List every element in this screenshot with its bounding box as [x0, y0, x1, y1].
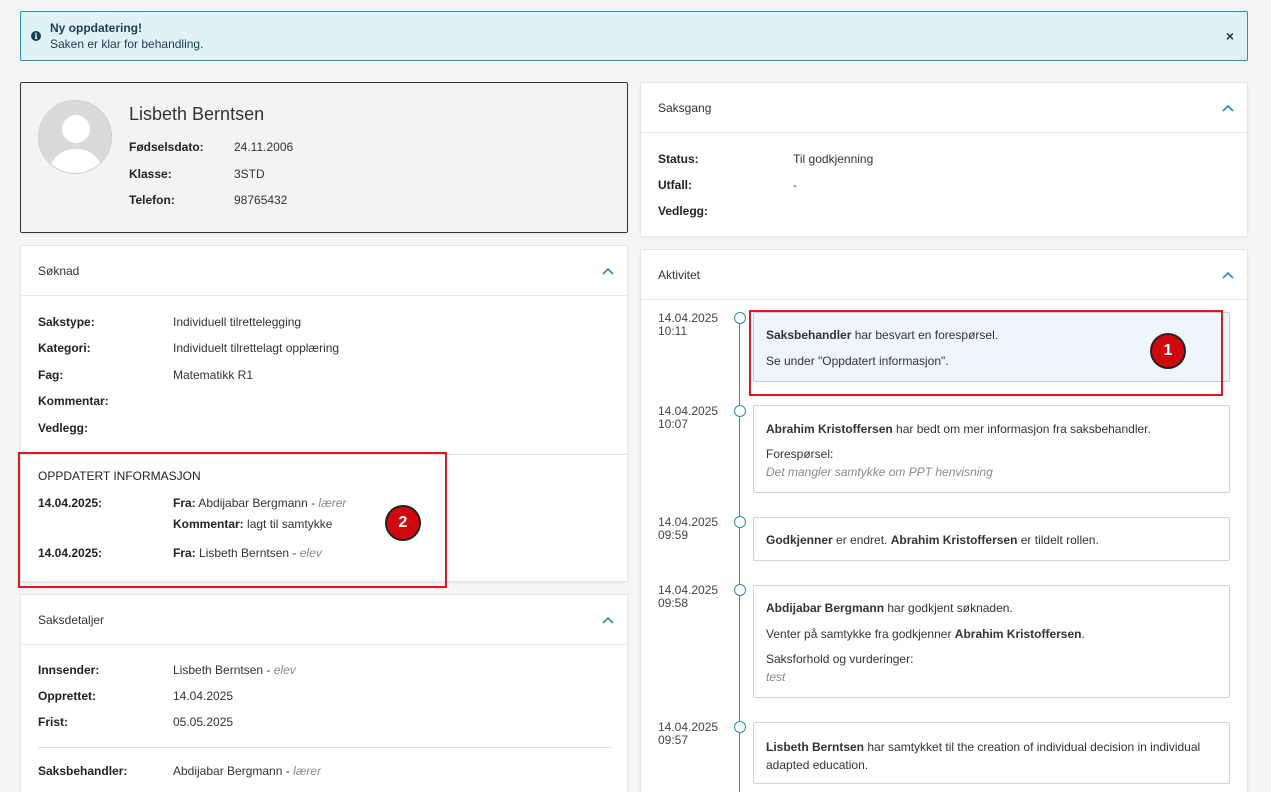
saksgang-header[interactable]: Saksgang	[641, 83, 1247, 133]
timeline-dot	[734, 312, 746, 324]
chevron-up-icon[interactable]	[1221, 101, 1235, 115]
phone-value: 98765432	[234, 193, 288, 207]
timeline-dot	[734, 516, 746, 528]
field-label: Kategori:	[38, 341, 91, 355]
saksgang-title: Saksgang	[658, 101, 712, 115]
annotation-badge-1: 1	[1150, 333, 1186, 369]
saksdetaljer-title: Saksdetaljer	[38, 613, 105, 627]
profile-field: Telefon:	[129, 193, 175, 207]
saksbehandler-value: Abdijabar Bergmann - lærer	[173, 764, 322, 778]
alert-title: Ny oppdatering!	[50, 21, 142, 35]
activity-timestamp: 14.04.2025 09:59	[658, 515, 719, 542]
activity-item: Godkjenner er endret. Abrahim Kristoffer…	[753, 517, 1230, 561]
profile-field: Fødselsdato:	[129, 140, 204, 154]
field-label: Kommentar:	[38, 394, 109, 408]
annotation-box-2	[18, 452, 447, 588]
info-icon: i	[31, 31, 41, 41]
divider	[38, 747, 612, 748]
chevron-up-icon[interactable]	[1221, 268, 1235, 282]
sakstype-value: Individuell tilrettelegging	[173, 315, 302, 329]
kategori-value: Individuelt tilrettelagt opplæring	[173, 341, 340, 355]
alert-text: Saken er klar for behandling.	[50, 37, 204, 51]
field-label: Sakstype:	[38, 315, 95, 329]
field-label: Frist:	[38, 715, 68, 729]
activity-timestamp: 14.04.2025 10:11	[658, 311, 719, 338]
profile-field: Klasse:	[129, 167, 172, 181]
student-name: Lisbeth Berntsen	[129, 104, 265, 124]
saksdetaljer-header[interactable]: Saksdetaljer	[21, 595, 627, 645]
timeline-dot	[734, 584, 746, 596]
fag-value: Matematikk R1	[173, 368, 254, 382]
utfall-value: -	[793, 178, 797, 192]
soknad-title: Søknad	[38, 264, 80, 278]
chevron-up-icon[interactable]	[601, 264, 615, 278]
opprettet-value: 14.04.2025	[173, 689, 234, 703]
profile-card: Lisbeth Berntsen Fødselsdato: 24.11.2006…	[20, 82, 628, 233]
field-label: Fag:	[38, 368, 64, 382]
chevron-up-icon[interactable]	[601, 613, 615, 627]
activity-item: Abdijabar Bergmann har godkjent søknaden…	[753, 585, 1230, 698]
timeline-dot	[734, 405, 746, 417]
class-value: 3STD	[234, 167, 265, 181]
activity-timestamp: 14.04.2025 09:57	[658, 720, 719, 747]
saksdetaljer-card: Saksdetaljer Innsender: Lisbeth Berntsen…	[20, 594, 628, 792]
update-alert: i Ny oppdatering! Saken er klar for beha…	[20, 11, 1248, 61]
innsender-value: Lisbeth Berntsen - elev	[173, 663, 296, 677]
avatar	[38, 100, 112, 174]
field-label: Utfall:	[658, 178, 692, 192]
aktivitet-title: Aktivitet	[658, 268, 701, 282]
activity-item: Abrahim Kristoffersen har bedt om mer in…	[753, 405, 1230, 493]
annotation-badge-2: 2	[385, 505, 421, 541]
field-label: Innsender:	[38, 663, 100, 677]
activity-timestamp: 14.04.2025 09:58	[658, 583, 719, 610]
activity-item: Lisbeth Berntsen har samtykket til the c…	[753, 722, 1230, 784]
field-label: Status:	[658, 152, 699, 166]
timeline-dot	[734, 721, 746, 733]
status-value: Til godkjenning	[793, 152, 874, 166]
frist-value: 05.05.2025	[173, 715, 234, 729]
saksgang-card: Saksgang Status: Til godkjenning Utfall:…	[640, 82, 1248, 237]
field-label: Vedlegg:	[38, 421, 89, 435]
activity-timestamp: 14.04.2025 10:07	[658, 404, 719, 431]
close-icon[interactable]: ×	[1226, 28, 1234, 44]
soknad-header[interactable]: Søknad	[21, 246, 627, 296]
field-label: Opprettet:	[38, 689, 96, 703]
birthdate-value: 24.11.2006	[234, 140, 294, 154]
field-label: Vedlegg:	[658, 204, 709, 218]
field-label: Saksbehandler:	[38, 764, 128, 778]
aktivitet-header[interactable]: Aktivitet	[641, 250, 1247, 300]
user-icon	[50, 115, 102, 173]
